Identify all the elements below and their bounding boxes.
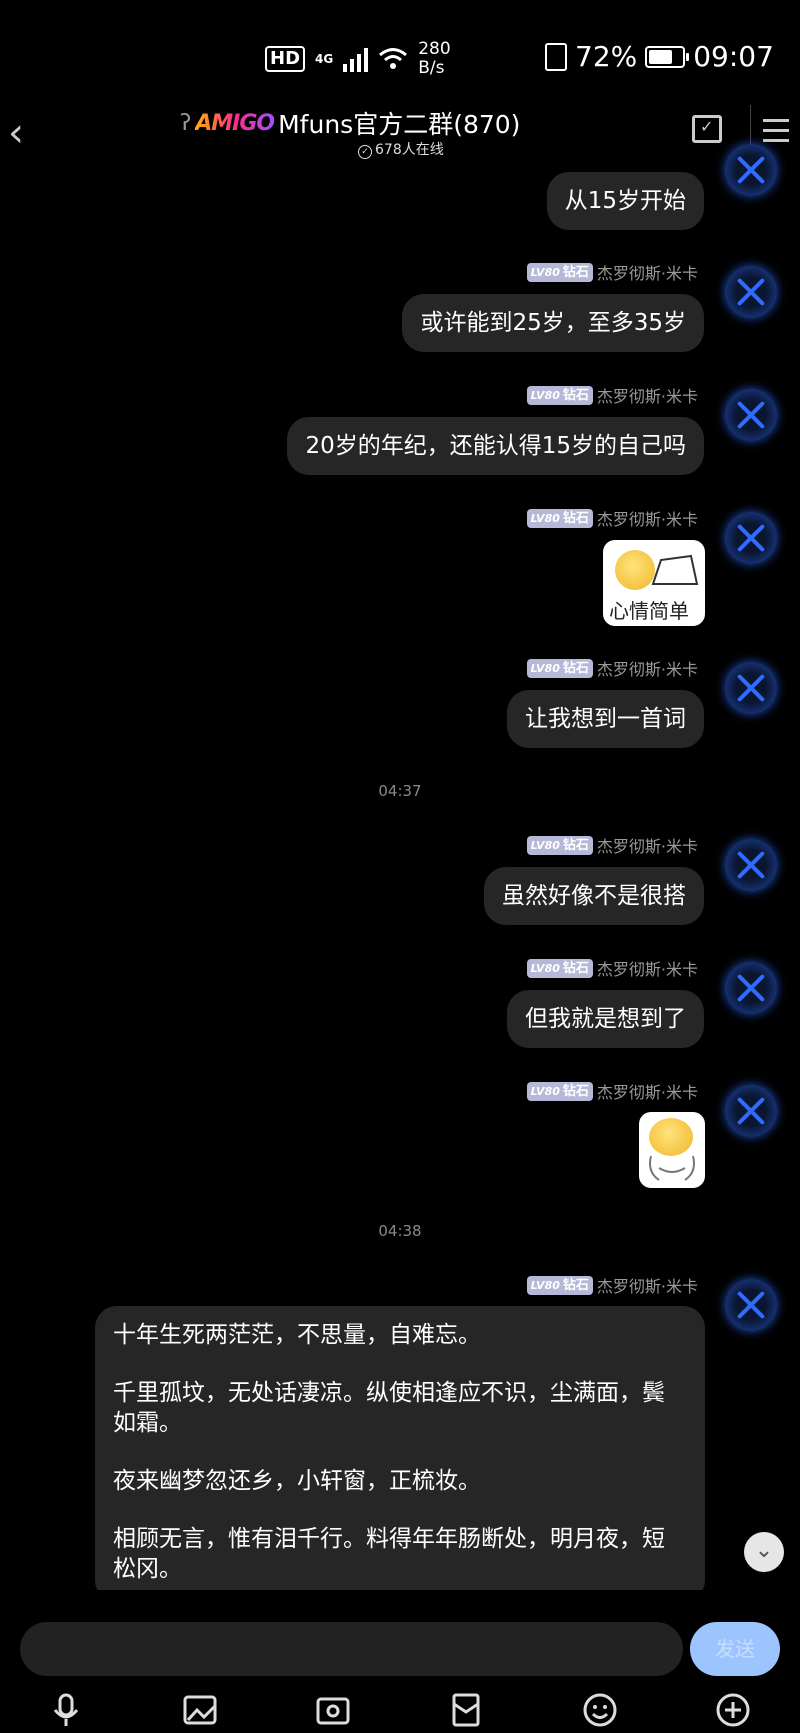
emoji-icon[interactable] — [582, 1692, 618, 1728]
vibrate-icon — [545, 42, 567, 71]
avatar[interactable] — [725, 1085, 777, 1137]
smiley-sticker-icon — [649, 1118, 693, 1156]
rank-badge: LV80 钻石 — [526, 262, 593, 282]
rank-badge: LV80 钻石 — [526, 385, 593, 405]
avatar[interactable] — [725, 839, 777, 891]
battery-percent: 72% — [575, 40, 638, 73]
timestamp: 04:37 — [378, 782, 422, 800]
poem-line: 夜来幽梦忽还乡，小轩窗，正梳妆。 — [113, 1468, 481, 1494]
toolbar — [0, 1690, 800, 1730]
message-bubble[interactable]: 20岁的年纪，还能认得15岁的自己吗 — [287, 417, 704, 475]
microphone-icon[interactable] — [48, 1692, 84, 1728]
poem-message-bubble[interactable]: 十年生死两茫茫，不思量，自难忘。 千里孤坟，无处话凄凉。纵使相逢应不识，尘满面，… — [95, 1306, 705, 1602]
message-bubble[interactable]: 或许能到25岁，至多35岁 — [402, 294, 704, 352]
network-type: 4G — [315, 52, 334, 66]
avatar[interactable] — [725, 389, 777, 441]
camera-icon[interactable] — [315, 1692, 351, 1728]
rank-badge: LV80 钻石 — [526, 1081, 593, 1101]
sender-meta: LV80 钻石 杰罗彻斯·米卡 — [526, 956, 698, 980]
signal-icon — [343, 46, 369, 72]
sender-name: 杰罗彻斯·米卡 — [596, 264, 698, 283]
checkin-calendar-icon[interactable] — [692, 115, 722, 143]
rank-badge: LV80 钻石 — [526, 835, 593, 855]
avatar[interactable] — [725, 662, 777, 714]
avatar[interactable] — [725, 266, 777, 318]
message-bubble[interactable]: 虽然好像不是很搭 — [484, 867, 704, 925]
rank-badge: LV80 钻石 — [526, 958, 593, 978]
image-icon[interactable] — [182, 1692, 218, 1728]
avatar[interactable] — [725, 512, 777, 564]
poem-line: 十年生死两茫茫，不思量，自难忘。 — [113, 1322, 481, 1348]
timestamp: 04:38 — [378, 1222, 422, 1240]
blanket-drawing-icon — [651, 554, 699, 585]
message-input[interactable] — [20, 1622, 683, 1676]
sender-meta: LV80 钻石 杰罗彻斯·米卡 — [526, 1079, 698, 1103]
group-name: Mfuns官方二群(870) — [278, 110, 521, 139]
send-button[interactable]: 发送 — [690, 1622, 780, 1676]
scroll-down-icon[interactable]: ⌄ — [744, 1532, 784, 1572]
battery-icon — [645, 45, 690, 68]
group-title[interactable]: ʔ AMIGO Mfuns官方二群(870) — [180, 105, 520, 141]
rank-badge: LV80 钻石 — [526, 508, 593, 528]
avatar[interactable] — [725, 1279, 777, 1331]
group-logo: AMIGO — [195, 110, 275, 136]
sticker-caption: 心情简单 — [609, 599, 689, 623]
plus-icon[interactable] — [715, 1692, 751, 1728]
sender-name: 杰罗彻斯·米卡 — [596, 960, 698, 979]
network-speed: 280 B/s — [418, 39, 451, 78]
sender-meta: LV80 钻石 杰罗彻斯·米卡 — [526, 1273, 698, 1297]
smiley-sticker-icon — [615, 550, 655, 590]
message-bubble[interactable]: 但我就是想到了 — [507, 990, 704, 1048]
poem-line: 相顾无言，惟有泪千行。料得年年肠断处，明月夜，短松冈。 — [113, 1526, 665, 1582]
sender-meta: LV80 钻石 杰罗彻斯·米卡 — [526, 383, 698, 407]
sticker-image[interactable] — [639, 1112, 705, 1188]
sender-name: 杰罗彻斯·米卡 — [596, 837, 698, 856]
status-bar: HD 4G 280 B/s 72% 09:07 — [0, 0, 800, 110]
avatar[interactable] — [725, 144, 777, 196]
ear-icon: ʔ — [180, 110, 192, 136]
message-bubble[interactable]: 让我想到一首词 — [507, 690, 704, 748]
avatar[interactable] — [725, 962, 777, 1014]
poem-line: 千里孤坟，无处话凄凉。纵使相逢应不识，尘满面，鬓如霜。 — [113, 1380, 665, 1436]
clock: 09:07 — [693, 40, 774, 73]
sender-name: 杰罗彻斯·米卡 — [596, 510, 698, 529]
red-packet-icon[interactable] — [448, 1692, 484, 1728]
rank-badge: LV80 钻石 — [526, 658, 593, 678]
sender-meta: LV80 钻石 杰罗彻斯·米卡 — [526, 833, 698, 857]
hd-icon: HD — [265, 46, 306, 72]
wifi-icon — [379, 48, 408, 69]
rank-badge: LV80 钻石 — [526, 1275, 593, 1295]
sender-meta: LV80 钻石 杰罗彻斯·米卡 — [526, 506, 698, 530]
message-list[interactable]: 从15岁开始 LV80 钻石 杰罗彻斯·米卡 或许能到25岁，至多35岁 LV80… — [0, 144, 800, 1602]
arms-drawing-icon — [649, 1155, 695, 1181]
input-bar: 发送 — [0, 1590, 800, 1733]
sender-meta: LV80 钻石 杰罗彻斯·米卡 — [526, 656, 698, 680]
back-icon[interactable]: ‹ — [8, 113, 38, 153]
sender-name: 杰罗彻斯·米卡 — [596, 1083, 698, 1102]
sender-name: 杰罗彻斯·米卡 — [596, 660, 698, 679]
sender-name: 杰罗彻斯·米卡 — [596, 387, 698, 406]
sender-meta: LV80 钻石 杰罗彻斯·米卡 — [526, 260, 698, 284]
sticker-image[interactable]: 心情简单 — [603, 540, 705, 626]
sender-name: 杰罗彻斯·米卡 — [596, 1277, 698, 1296]
message-bubble[interactable]: 从15岁开始 — [546, 172, 704, 230]
